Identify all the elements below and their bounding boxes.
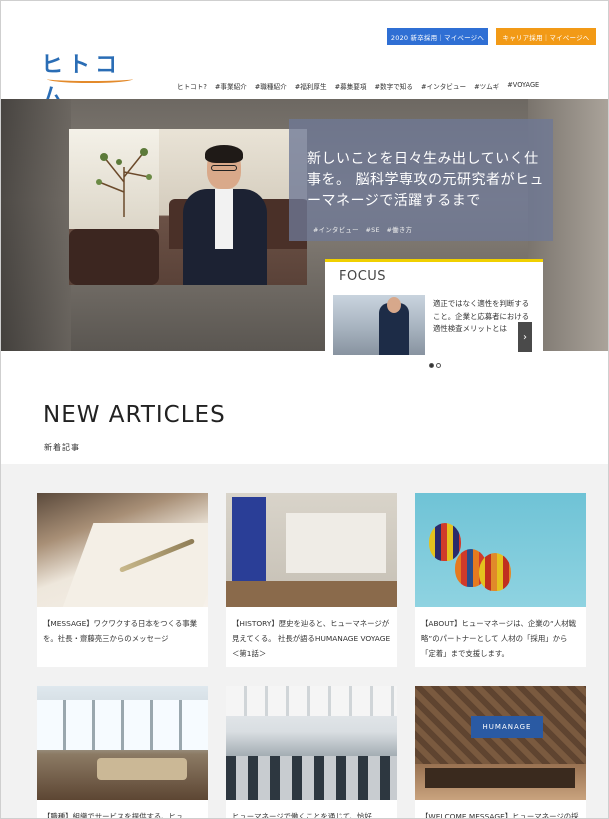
career-mypage-button[interactable]: キャリア採用｜マイページへ [496,28,596,45]
focus-thumbnail[interactable] [333,295,425,355]
article-image-lounge[interactable] [37,686,208,800]
article-card-work[interactable]: ヒューマネージで働くことを通じて、恰好 [226,686,397,818]
hero-background-left [1,99,71,351]
hero-photo[interactable] [69,129,307,285]
article-card-history[interactable]: 【HISTORY】歴史を辿ると、ヒューマネージが見えてくる。 社長が語るHUMA… [226,493,397,667]
new-grad-mypage-button[interactable]: 2020 新卒採用｜マイページへ [387,28,488,45]
photo-sofa-left [69,229,159,285]
article-image-balloons[interactable] [415,493,586,607]
logo-swoosh-icon [47,75,133,83]
article-title[interactable]: 【HISTORY】歴史を辿ると、ヒューマネージが見えてくる。 社長が語るHUMA… [232,616,392,661]
article-title[interactable]: 【ABOUT】ヒューマネージは、企業の“人材戦略”のパートナーとして 人材の「採… [421,616,581,661]
thumb-person-head [387,297,401,313]
section-subtitle: 新着記事 [44,443,80,452]
slider-dot-1[interactable] [429,363,434,368]
article-card-welcome[interactable]: HUMANAGE 【WELCOME MESSAGE】ヒューマネージの採 [415,686,586,818]
interviewee-figure [179,145,269,285]
hero-tags[interactable]: #インタビュー #SE #働き方 [313,225,412,234]
nav-item-numbers[interactable]: #数字で知る [375,81,414,91]
article-title[interactable]: 【職種】組織でサービスを提供する、ヒュ [43,809,203,818]
slider-pagination [429,363,441,368]
focus-card[interactable]: FOCUS 適正ではなく適性を判断すること。企業と応募者における適性検査メリット… [325,259,543,357]
article-card-about[interactable]: 【ABOUT】ヒューマネージは、企業の“人材戦略”のパートナーとして 人材の「採… [415,493,586,667]
nav-item-voyage[interactable]: #VOYAGE [507,81,539,91]
plant-icon [96,148,152,217]
article-title[interactable]: ヒューマネージで働くことを通じて、恰好 [232,809,392,818]
nav-item-benefits[interactable]: #福利厚生 [295,81,327,91]
next-arrow-icon[interactable]: › [518,322,532,352]
article-title[interactable]: 【WELCOME MESSAGE】ヒューマネージの採 [421,809,581,818]
article-image-gallery[interactable] [226,493,397,607]
article-card-message[interactable]: 【MESSAGE】ワクワクする日本をつくる事業を。社長・齋藤亮三からのメッセージ [37,493,208,667]
nav-item-requirements[interactable]: #募集要項 [335,81,367,91]
nav-item-jobs[interactable]: #職種紹介 [255,81,287,91]
hero-title[interactable]: 新しいことを日々生み出していく仕事を。 脳科学専攻の元研究者がヒューマネージで活… [307,149,547,212]
office-ceiling [226,686,397,716]
reception-counter [425,768,575,788]
person-hair [205,145,243,163]
nav-item-interview[interactable]: #インタビュー [421,81,466,91]
article-image-office[interactable] [226,686,397,800]
slider-dot-2[interactable] [436,363,441,368]
person-glasses [211,165,237,171]
article-title[interactable]: 【MESSAGE】ワクワクする日本をつくる事業を。社長・齋藤亮三からのメッセージ [43,616,203,646]
office-desks [226,756,397,800]
balloon-icon [479,553,511,591]
reception-sign: HUMANAGE [471,716,543,738]
focus-label: FOCUS [339,269,387,284]
person-shirt [215,189,233,249]
gallery-blue-panel [232,497,266,583]
nav-item-business[interactable]: #事業紹介 [215,81,247,91]
article-image-reception[interactable]: HUMANAGE [415,686,586,800]
global-nav: ヒトコト? #事業紹介 #職種紹介 #福利厚生 #募集要項 #数字で知る #イン… [177,81,539,91]
site-header: ヒトコム 2020 新卒採用｜マイページへ キャリア採用｜マイページへ ヒトコト… [1,1,608,110]
article-card-jobs[interactable]: 【職種】組織でサービスを提供する、ヒュ [37,686,208,818]
section-title: NEW ARTICLES [43,402,226,428]
balloon-icon [429,523,461,561]
lounge-windows [37,700,208,750]
page-frame: ヒトコム 2020 新卒採用｜マイページへ キャリア採用｜マイページへ ヒトコト… [0,0,609,819]
article-image-book[interactable] [37,493,208,607]
gallery-wall [286,513,386,573]
nav-item-tsumugi[interactable]: #ツムギ [474,81,499,91]
lounge-sofa [97,758,187,780]
nav-item-hitocoto[interactable]: ヒトコト? [177,81,207,91]
gallery-floor [226,581,397,607]
site-logo[interactable]: ヒトコム [41,47,133,110]
